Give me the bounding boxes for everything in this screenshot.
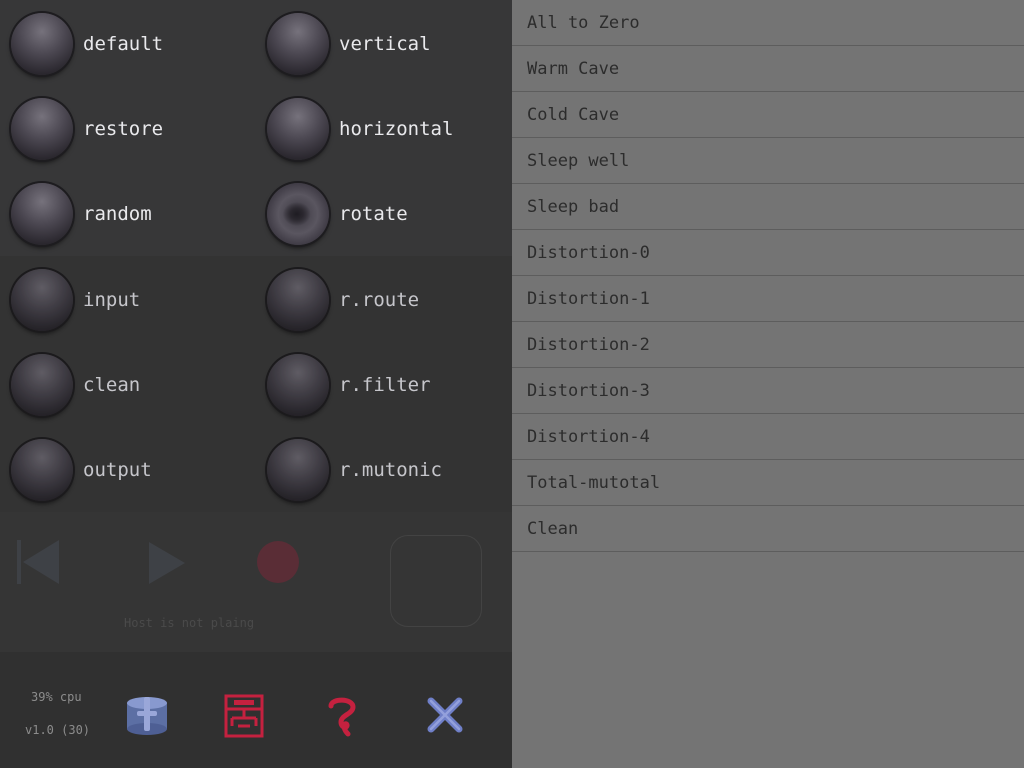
clean-label: clean [83,373,141,396]
r-route-button[interactable]: r.route [256,257,512,342]
grid-icon[interactable] [224,694,264,738]
list-item[interactable]: Sleep well [512,138,1024,184]
list-item[interactable]: Distortion-1 [512,276,1024,322]
list-item[interactable]: Distortion-0 [512,230,1024,276]
rotate-knob [267,182,329,245]
clean-button[interactable]: clean [0,342,256,427]
default-label: default [83,32,164,55]
input-label: input [83,288,141,311]
list-item[interactable]: Distortion-2 [512,322,1024,368]
vertical-knob [267,12,329,75]
r-mutonic-button[interactable]: r.mutonic [256,427,512,512]
version-label: v1.0 (30) [25,723,91,737]
play-icon[interactable] [147,540,187,586]
r-filter-label: r.filter [339,373,431,396]
r-filter-button[interactable]: r.filter [256,342,512,427]
list-item[interactable]: All to Zero [512,0,1024,46]
r-mutonic-label: r.mutonic [339,458,442,481]
record-icon[interactable] [256,540,300,584]
r-route-knob [267,268,329,331]
host-status-text: Host is not plaing [124,616,255,630]
preset-list: All to Zero Warm Cave Cold Cave Sleep we… [512,0,1024,768]
list-item[interactable]: Total-mutotal [512,460,1024,506]
output-knob [11,438,73,501]
restore-knob [11,97,73,160]
database-icon[interactable] [125,695,169,737]
r-mutonic-knob [267,438,329,501]
default-knob [11,12,73,75]
cpu-usage: 39% cpu [31,690,82,704]
horizontal-button[interactable]: horizontal [256,86,512,171]
list-item[interactable]: Clean [512,506,1024,552]
restore-label: restore [83,117,164,140]
input-button[interactable]: input [0,257,256,342]
vertical-label: vertical [339,32,431,55]
r-filter-knob [267,353,329,416]
horizontal-knob [267,97,329,160]
list-item[interactable]: Distortion-3 [512,368,1024,414]
rotate-label: rotate [339,202,408,225]
clean-knob [11,353,73,416]
list-item[interactable]: Sleep bad [512,184,1024,230]
list-item[interactable]: Cold Cave [512,92,1024,138]
restore-button[interactable]: restore [0,86,256,171]
horizontal-label: horizontal [339,117,454,140]
control-panel: default restore random input clean outpu… [0,0,512,768]
output-button[interactable]: output [0,427,256,512]
r-route-label: r.route [339,288,420,311]
rewind-icon[interactable] [15,538,61,586]
input-knob [11,268,73,331]
vertical-button[interactable]: vertical [256,1,512,86]
default-button[interactable]: default [0,1,256,86]
list-item[interactable]: Warm Cave [512,46,1024,92]
list-item[interactable]: Distortion-4 [512,414,1024,460]
random-knob [11,182,73,245]
rotate-button[interactable]: rotate [256,171,512,256]
random-button[interactable]: random [0,171,256,256]
help-icon[interactable] [324,694,360,740]
xy-pad[interactable] [390,535,482,627]
close-icon[interactable] [426,696,464,734]
output-label: output [83,458,152,481]
random-label: random [83,202,152,225]
